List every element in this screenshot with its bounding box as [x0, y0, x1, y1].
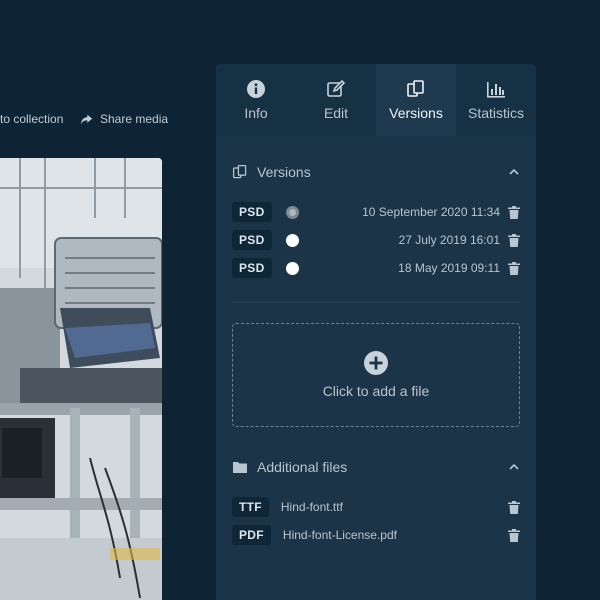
additional-files-section-header[interactable]: Additional files [216, 455, 536, 479]
file-name[interactable]: Hind-font.ttf [281, 500, 343, 514]
file-row[interactable]: PDF Hind-font-License.pdf [216, 521, 536, 549]
versions-icon [232, 164, 247, 179]
chevron-up-icon[interactable] [508, 461, 520, 473]
trash-icon[interactable] [508, 500, 520, 514]
trash-icon[interactable] [508, 528, 520, 542]
additional-files-list: TTF Hind-font.ttf PDF Hind-font-License.… [216, 493, 536, 549]
version-radio-selected[interactable] [285, 205, 299, 219]
version-radio[interactable] [285, 261, 299, 275]
versions-icon [407, 80, 424, 97]
add-to-collection-link[interactable]: to collection [0, 112, 63, 126]
format-badge: PSD [232, 202, 272, 222]
info-icon [247, 80, 265, 98]
version-row[interactable]: PSD 27 July 2019 16:01 [216, 226, 536, 254]
share-media-label: Share media [100, 112, 169, 126]
edit-icon [327, 79, 346, 97]
add-file-dropzone[interactable]: Click to add a file [232, 323, 520, 427]
trash-icon[interactable] [508, 205, 520, 219]
versions-list: PSD 10 September 2020 11:34 PSD 27 July … [216, 198, 536, 282]
versions-section-title: Versions [257, 164, 311, 180]
share-icon [80, 114, 93, 124]
file-row[interactable]: TTF Hind-font.ttf [216, 493, 536, 521]
file-name[interactable]: Hind-font-License.pdf [283, 528, 397, 542]
additional-files-title: Additional files [257, 459, 348, 475]
version-date: 18 May 2019 09:11 [398, 261, 500, 275]
tab-versions-label: Versions [389, 105, 443, 121]
section-divider [232, 302, 520, 303]
trash-icon[interactable] [508, 261, 520, 275]
format-badge: PSD [232, 258, 272, 278]
trash-icon[interactable] [508, 233, 520, 247]
chevron-up-icon[interactable] [508, 166, 520, 178]
add-file-label: Click to add a file [322, 383, 430, 399]
panel-tabs: Info Edit Versions Statistics [216, 64, 536, 136]
version-date: 27 July 2019 16:01 [398, 233, 500, 247]
tab-statistics[interactable]: Statistics [456, 64, 536, 136]
add-to-collection-label: to collection [0, 112, 64, 126]
add-circle-icon [364, 351, 388, 375]
media-details-panel: Info Edit Versions Statistics Versions P… [216, 64, 536, 600]
tab-edit-label: Edit [323, 105, 349, 121]
tab-statistics-label: Statistics [467, 105, 524, 121]
folder-icon [233, 462, 247, 473]
statistics-icon [487, 82, 505, 98]
version-date: 10 September 2020 11:34 [362, 205, 500, 219]
media-preview-image [0, 158, 162, 600]
version-row[interactable]: PSD 10 September 2020 11:34 [216, 198, 536, 226]
tab-info-label: Info [244, 105, 268, 121]
tab-versions[interactable]: Versions [376, 64, 456, 136]
share-media-link[interactable]: Share media [80, 112, 168, 126]
format-badge: TTF [232, 497, 269, 517]
tab-edit[interactable]: Edit [296, 64, 376, 136]
format-badge: PDF [232, 525, 271, 545]
version-radio[interactable] [285, 233, 299, 247]
versions-section-header[interactable]: Versions [216, 160, 536, 184]
format-badge: PSD [232, 230, 272, 250]
version-row[interactable]: PSD 18 May 2019 09:11 [216, 254, 536, 282]
tab-info[interactable]: Info [216, 64, 296, 136]
